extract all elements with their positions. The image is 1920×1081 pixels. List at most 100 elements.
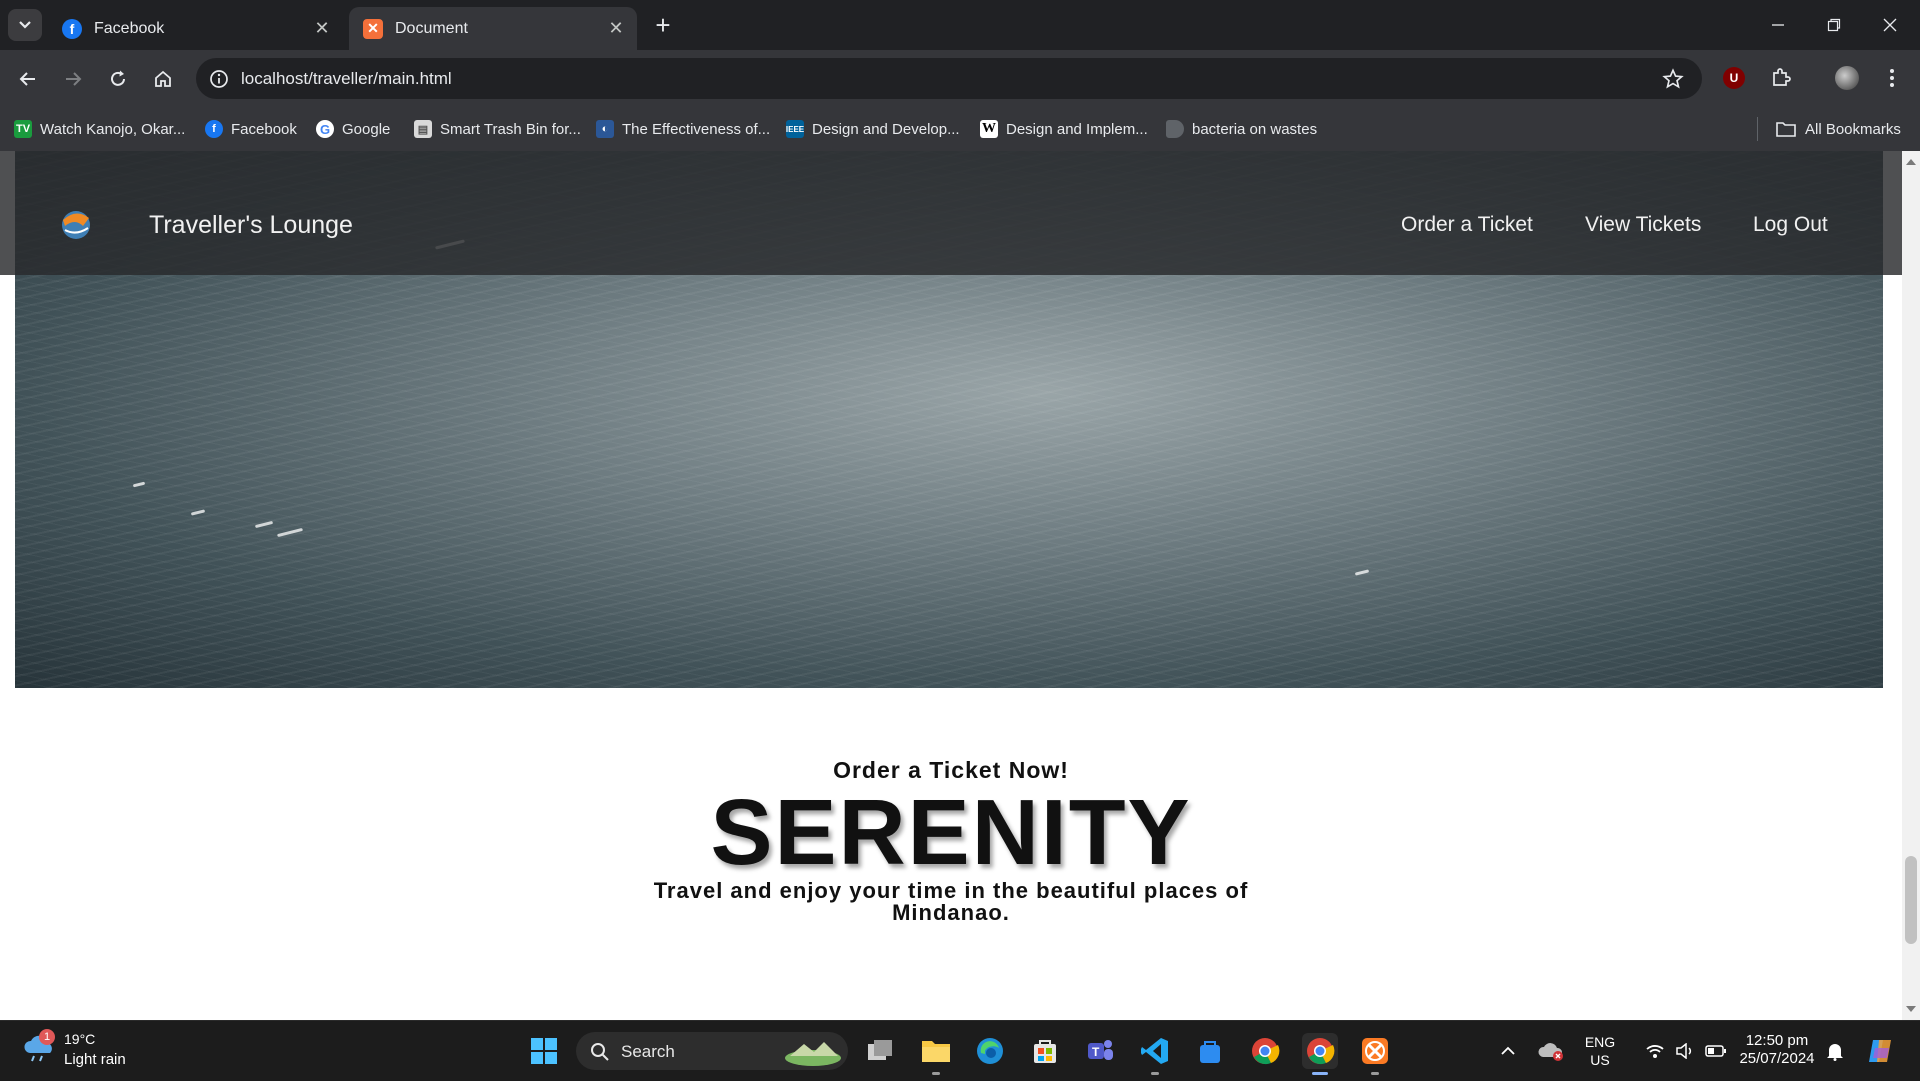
puzzle-icon bbox=[1773, 68, 1791, 86]
bookmark-item[interactable]: bacteria on wastes bbox=[1166, 118, 1317, 140]
restore-button[interactable] bbox=[1812, 10, 1856, 40]
generic-icon bbox=[1166, 120, 1184, 138]
clock-time: 12:50 pm bbox=[1745, 1032, 1809, 1049]
running-indicator bbox=[1151, 1072, 1159, 1075]
page-scrollbar[interactable] bbox=[1902, 151, 1920, 1020]
tab-document[interactable]: ✕ Document ✕ bbox=[349, 7, 637, 50]
tab-title: Document bbox=[395, 19, 468, 37]
folder-icon bbox=[1776, 122, 1796, 137]
app-button[interactable] bbox=[1192, 1033, 1228, 1069]
close-icon[interactable]: ✕ bbox=[605, 18, 627, 40]
menu-button[interactable] bbox=[1878, 64, 1906, 92]
nav-order-ticket[interactable]: Order a Ticket bbox=[1401, 213, 1533, 237]
xampp-button[interactable] bbox=[1357, 1033, 1393, 1075]
all-bookmarks-button[interactable]: All Bookmarks bbox=[1776, 118, 1901, 140]
show-hidden-icons-button[interactable] bbox=[1494, 1033, 1522, 1069]
xampp-icon bbox=[1362, 1038, 1388, 1064]
new-tab-button[interactable]: + bbox=[650, 10, 676, 40]
scroll-up-icon[interactable] bbox=[1906, 159, 1916, 165]
close-icon bbox=[1883, 18, 1897, 32]
taskbar-search[interactable]: Search bbox=[576, 1032, 848, 1070]
close-icon[interactable]: ✕ bbox=[311, 18, 333, 40]
task-view-icon bbox=[868, 1040, 892, 1060]
teams-button[interactable]: T bbox=[1082, 1033, 1118, 1069]
task-view-button[interactable] bbox=[862, 1033, 898, 1069]
weather-description: Light rain bbox=[64, 1051, 126, 1068]
quick-settings-button[interactable] bbox=[1634, 1033, 1738, 1069]
bookmarks-divider bbox=[1757, 117, 1758, 141]
bookmarks-bar: TV Watch Kanojo, Okar... f Facebook G Go… bbox=[0, 107, 1920, 152]
url-text[interactable]: localhost/traveller/main.html bbox=[241, 69, 452, 89]
bookmark-label: bacteria on wastes bbox=[1192, 120, 1318, 138]
cloud-error-icon bbox=[1538, 1043, 1563, 1061]
bookmark-item[interactable]: W Design and Implem... bbox=[980, 118, 1148, 140]
bookmark-label: Google bbox=[342, 120, 391, 138]
bookmark-item[interactable]: TV Watch Kanojo, Okar... bbox=[14, 118, 185, 140]
cta-description: Travel and enjoy your time in the beauti… bbox=[653, 878, 1249, 925]
reload-button[interactable] bbox=[103, 64, 133, 94]
scroll-thumb[interactable] bbox=[1905, 856, 1917, 944]
keyboard-region: US bbox=[1590, 1052, 1610, 1068]
back-button[interactable] bbox=[13, 64, 43, 94]
battery-icon bbox=[1705, 1045, 1726, 1057]
page-viewport[interactable]: Traveller's Lounge Order a Ticket View T… bbox=[0, 151, 1902, 1020]
language-indicator[interactable]: ENG US bbox=[1578, 1033, 1622, 1069]
bookmark-label: Design and Implem... bbox=[1006, 120, 1148, 138]
wifi-icon bbox=[1646, 1045, 1664, 1058]
scroll-down-icon[interactable] bbox=[1906, 1006, 1916, 1012]
star-icon[interactable] bbox=[1662, 68, 1684, 90]
bookmark-item[interactable]: IEEE Design and Develop... bbox=[786, 118, 960, 140]
address-bar[interactable]: localhost/traveller/main.html bbox=[196, 58, 1702, 99]
forward-button[interactable] bbox=[58, 64, 88, 94]
copilot-button[interactable] bbox=[1862, 1033, 1898, 1069]
cta-title: SERENITY bbox=[710, 780, 1192, 884]
clock[interactable]: 12:50 pm 25/07/2024 bbox=[1734, 1032, 1820, 1068]
facebook-icon: f bbox=[62, 18, 82, 39]
running-indicator bbox=[1371, 1072, 1379, 1075]
store-button[interactable] bbox=[1027, 1033, 1063, 1069]
ublock-extension-button[interactable]: U bbox=[1720, 64, 1748, 92]
minimize-button[interactable] bbox=[1756, 10, 1800, 40]
chrome-button[interactable] bbox=[1247, 1033, 1283, 1069]
edge-icon bbox=[977, 1038, 1003, 1064]
home-button[interactable] bbox=[148, 64, 178, 94]
search-highlight-icon bbox=[785, 1042, 841, 1066]
tab-search-button[interactable] bbox=[8, 9, 42, 41]
onedrive-button[interactable] bbox=[1535, 1033, 1567, 1069]
volume-icon bbox=[1676, 1043, 1692, 1059]
browser-toolbar: localhost/traveller/main.html U bbox=[0, 50, 1920, 107]
tab-facebook[interactable]: f Facebook ✕ bbox=[48, 7, 343, 50]
file-explorer-button[interactable] bbox=[918, 1033, 954, 1075]
clock-date: 25/07/2024 bbox=[1739, 1050, 1815, 1067]
logo-icon bbox=[62, 211, 90, 239]
nav-log-out[interactable]: Log Out bbox=[1753, 213, 1828, 237]
bookmark-item[interactable]: ▤ Smart Trash Bin for... bbox=[414, 118, 581, 140]
notifications-button[interactable] bbox=[1822, 1033, 1848, 1069]
extensions-button[interactable] bbox=[1767, 64, 1795, 92]
chrome-profile-button[interactable] bbox=[1302, 1033, 1338, 1075]
vscode-button[interactable] bbox=[1137, 1033, 1173, 1075]
svg-text:T: T bbox=[1092, 1045, 1100, 1059]
bookmark-item[interactable]: ◐ The Effectiveness of... bbox=[596, 118, 770, 140]
arrow-left-icon bbox=[19, 72, 35, 86]
xampp-icon: ✕ bbox=[363, 18, 383, 39]
weather-temperature: 19°C bbox=[64, 1031, 96, 1047]
bookmark-item[interactable]: G Google bbox=[316, 118, 390, 140]
close-window-button[interactable] bbox=[1868, 10, 1912, 40]
bookmark-item[interactable]: f Facebook bbox=[205, 118, 297, 140]
site-brand[interactable]: Traveller's Lounge bbox=[149, 211, 353, 240]
search-label: Search bbox=[621, 1042, 675, 1061]
reload-icon bbox=[111, 70, 125, 86]
globe-icon: ◐ bbox=[596, 120, 614, 138]
site-navbar: Traveller's Lounge Order a Ticket View T… bbox=[0, 151, 1902, 275]
bookmark-label: Facebook bbox=[231, 120, 297, 138]
start-button[interactable] bbox=[526, 1033, 562, 1069]
active-indicator bbox=[1312, 1072, 1328, 1075]
edge-button[interactable] bbox=[972, 1033, 1008, 1069]
document-icon: ▤ bbox=[414, 120, 432, 138]
nav-view-tickets[interactable]: View Tickets bbox=[1585, 213, 1701, 237]
windows-icon bbox=[531, 1038, 557, 1064]
minimize-icon bbox=[1772, 24, 1784, 26]
profile-button[interactable] bbox=[1833, 64, 1861, 92]
arrow-right-icon bbox=[66, 72, 82, 86]
